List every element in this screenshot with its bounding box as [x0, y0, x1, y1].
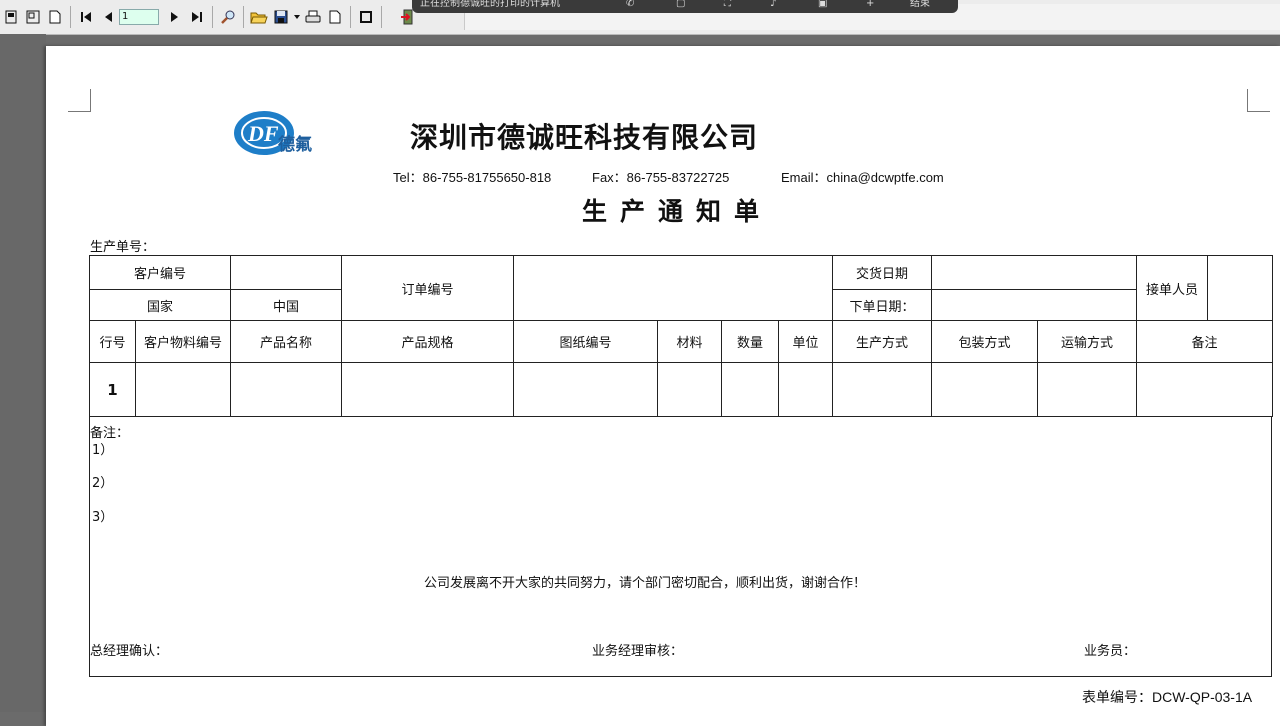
table-cell[interactable]	[1037, 362, 1137, 417]
phone-icon[interactable]: ✆	[626, 0, 634, 9]
column-header: 单位	[778, 320, 833, 363]
page-setup-icon[interactable]	[1, 7, 21, 27]
table-row: 1	[89, 362, 1273, 417]
slogan-text: 公司发展离不开大家的共同努力，请个部门密切配合，顺利出货，谢谢合作！	[424, 576, 867, 591]
delivery-date-label: 交货日期	[832, 255, 932, 290]
zoom-icon[interactable]	[218, 7, 238, 27]
first-page-icon[interactable]	[76, 7, 96, 27]
table-cell[interactable]	[1136, 362, 1273, 417]
column-header: 行号	[89, 320, 136, 363]
table-cell[interactable]	[657, 362, 722, 417]
add-icon[interactable]: +	[866, 0, 874, 9]
open-folder-icon[interactable]	[249, 7, 269, 27]
prev-page-icon[interactable]	[98, 7, 118, 27]
remote-control-bar: 正在控制德诚旺的打印的计算机 ✆ ▢ ⛶ ♪ ▣ + 结束	[412, 0, 958, 13]
note-item: 2）	[92, 476, 114, 491]
table-cell[interactable]	[931, 362, 1038, 417]
remote-control-title: 正在控制德诚旺的打印的计算机	[420, 0, 560, 9]
gm-confirm-label: 总经理确认：	[90, 644, 169, 659]
toolbar-separator	[70, 6, 71, 28]
toolbar-separator	[243, 6, 244, 28]
note-item: 1）	[92, 443, 114, 458]
toolbar-buttons	[0, 5, 419, 29]
receiver-value[interactable]	[1207, 255, 1273, 321]
receiver-label: 接单人员	[1136, 255, 1208, 321]
column-header: 生产方式	[832, 320, 932, 363]
svg-text:DF: DF	[247, 121, 279, 146]
table-cell[interactable]	[135, 362, 231, 417]
company-logo: DF 德氟	[234, 108, 338, 160]
contact-tel: Tel：86-755-81755650-818	[393, 170, 552, 185]
notes-box	[89, 416, 1272, 677]
export-page-icon[interactable]	[325, 7, 345, 27]
contact-email: Email：china@dcwptfe.com	[781, 170, 944, 185]
end-button[interactable]: 结束	[910, 0, 930, 9]
blank-page-icon[interactable]	[45, 7, 65, 27]
save-icon[interactable]	[271, 7, 291, 27]
column-header: 包装方式	[931, 320, 1038, 363]
row-number: 1	[89, 362, 136, 417]
column-header: 产品规格	[341, 320, 514, 363]
column-header: 产品名称	[230, 320, 342, 363]
column-header: 运输方式	[1037, 320, 1137, 363]
production-order-label: 生产单号：	[90, 240, 156, 255]
column-header: 备注	[1136, 320, 1273, 363]
table-cell[interactable]	[341, 362, 514, 417]
table-cell[interactable]	[721, 362, 779, 417]
table-cell[interactable]	[230, 362, 342, 417]
form-number: 表单编号：DCW-QP-03-1A	[1082, 689, 1253, 705]
page-icon[interactable]	[23, 7, 43, 27]
table-cell[interactable]	[832, 362, 932, 417]
logo-text: 德氟	[278, 135, 312, 155]
page-number-input[interactable]	[119, 9, 159, 25]
toolbar-separator	[381, 6, 382, 28]
toolbar-separator	[350, 6, 351, 28]
production-table: 客户编号 订单编号 交货日期 接单人员 国家 中国 下单日期： 行号 客户物料编…	[89, 255, 1273, 417]
left-margin-strip	[0, 34, 46, 712]
order-no-value[interactable]	[513, 255, 833, 321]
next-page-icon[interactable]	[165, 7, 185, 27]
order-date-label: 下单日期：	[832, 289, 932, 321]
contact-fax: Fax：86-755-83722725	[592, 170, 730, 185]
note-item: 3）	[92, 510, 114, 525]
speaker-icon[interactable]: ♪	[770, 0, 776, 9]
screen-icon[interactable]: ⛶	[724, 0, 731, 9]
column-header: 图纸编号	[513, 320, 658, 363]
salesperson-label: 业务员：	[1084, 644, 1137, 659]
country-label: 国家	[89, 289, 231, 321]
order-no-label: 订单编号	[341, 255, 514, 321]
print-icon[interactable]	[303, 7, 323, 27]
order-date-value[interactable]	[931, 289, 1137, 321]
crop-mark-top-left	[68, 89, 91, 112]
stop-icon[interactable]	[356, 7, 376, 27]
crop-mark-top-right	[1247, 89, 1270, 112]
customer-no-value[interactable]	[230, 255, 342, 290]
customer-no-label: 客户编号	[89, 255, 231, 290]
country-value: 中国	[230, 289, 342, 321]
table-cell[interactable]	[778, 362, 833, 417]
window-icon[interactable]: ▢	[676, 0, 685, 9]
delivery-date-value[interactable]	[931, 255, 1137, 290]
document-title: 生产通知单	[582, 197, 773, 226]
clipboard-icon[interactable]: ▣	[818, 0, 827, 9]
column-header: 数量	[721, 320, 779, 363]
dropdown-arrow-icon[interactable]	[293, 7, 301, 27]
toolbar-separator	[212, 6, 213, 28]
table-cell[interactable]	[513, 362, 658, 417]
column-header: 客户物料编号	[135, 320, 231, 363]
last-page-icon[interactable]	[187, 7, 207, 27]
manager-review-label: 业务经理审核：	[592, 644, 684, 659]
column-header: 材料	[657, 320, 722, 363]
company-name: 深圳市德诚旺科技有限公司	[410, 121, 759, 154]
